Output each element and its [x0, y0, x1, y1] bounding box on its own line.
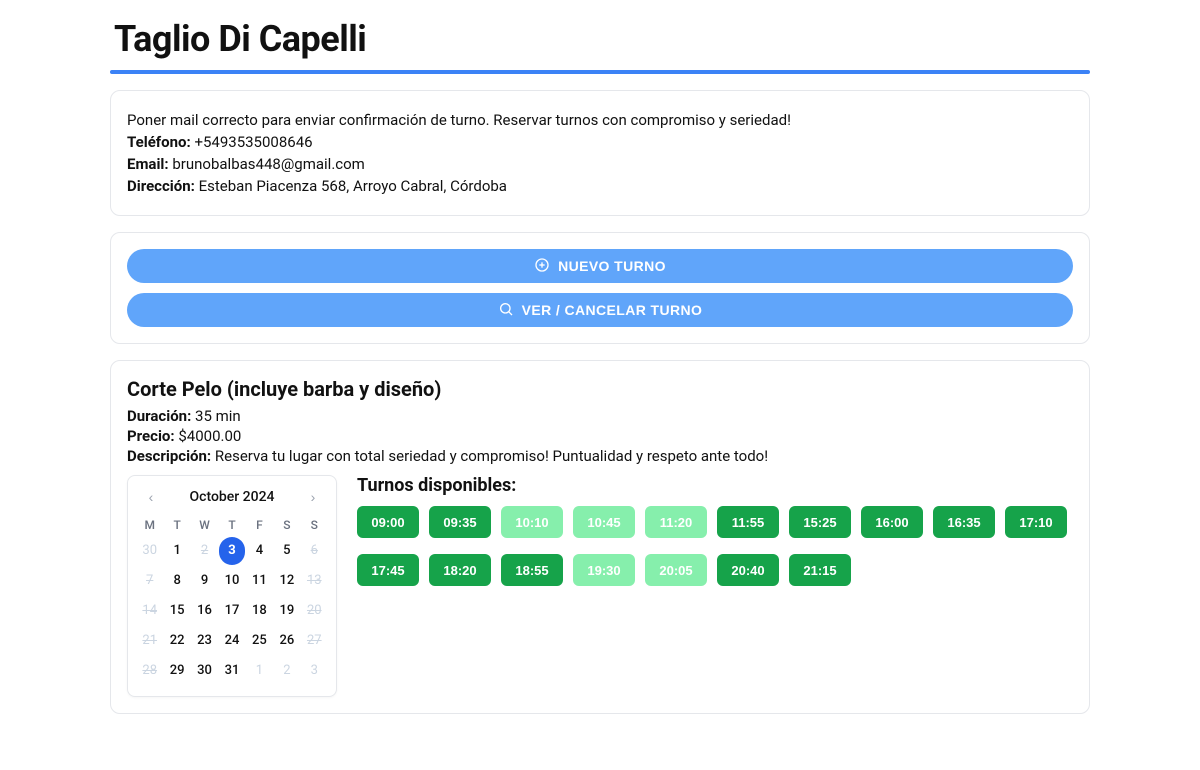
notice-text: Poner mail correcto para enviar confirma…: [127, 111, 1073, 129]
calendar-dow: F: [246, 514, 273, 536]
calendar-day: 30: [137, 537, 162, 565]
time-slot-available[interactable]: 11:55: [717, 506, 779, 538]
time-slot-available[interactable]: 18:20: [429, 554, 491, 586]
phone-value: +5493535008646: [194, 133, 312, 151]
duration-label: Duración:: [127, 407, 191, 425]
calendar-day: 27: [302, 627, 327, 655]
service-title: Corte Pelo (incluye barba y diseño): [127, 377, 1073, 401]
calendar-prev-button[interactable]: ‹: [140, 486, 162, 508]
calendar-day[interactable]: 1: [164, 537, 189, 565]
calendar-day[interactable]: 15: [164, 597, 189, 625]
new-appointment-button[interactable]: NUEVO TURNO: [127, 249, 1073, 283]
calendar-day: 2: [192, 537, 217, 565]
view-cancel-appointment-label: VER / CANCELAR TURNO: [522, 302, 703, 318]
calendar-dow: S: [273, 514, 300, 536]
calendar-day[interactable]: 19: [274, 597, 299, 625]
calendar-day: 14: [137, 597, 162, 625]
calendar-month-label: October 2024: [189, 489, 274, 505]
calendar-day[interactable]: 24: [219, 627, 244, 655]
title-accent: [110, 70, 1090, 74]
time-slot-available[interactable]: 15:25: [789, 506, 851, 538]
calendar-day: 1: [247, 657, 272, 685]
new-appointment-label: NUEVO TURNO: [558, 258, 666, 274]
search-icon: [498, 301, 514, 320]
time-slot-available[interactable]: 17:10: [1005, 506, 1067, 538]
duration-value: 35 min: [195, 407, 241, 425]
address-label: Dirección:: [127, 177, 195, 195]
time-slot-available[interactable]: 09:35: [429, 506, 491, 538]
phone-label: Teléfono:: [127, 133, 191, 151]
calendar: ‹ October 2024 › MTWTFSS 301234567891011…: [127, 475, 337, 697]
email-label: Email:: [127, 155, 169, 173]
description-value: Reserva tu lugar con total seriedad y co…: [215, 447, 768, 465]
calendar-day-selected[interactable]: 3: [219, 537, 244, 565]
calendar-day: 20: [302, 597, 327, 625]
calendar-dow: T: [163, 514, 190, 536]
calendar-day: 13: [302, 567, 327, 595]
calendar-day[interactable]: 18: [247, 597, 272, 625]
time-slot-unavailable: 19:30: [573, 554, 635, 586]
calendar-day[interactable]: 26: [274, 627, 299, 655]
calendar-dow-row: MTWTFSS: [136, 514, 328, 536]
calendar-dow: T: [218, 514, 245, 536]
calendar-day[interactable]: 29: [164, 657, 189, 685]
service-card: Corte Pelo (incluye barba y diseño) Dura…: [110, 360, 1090, 714]
calendar-day: 2: [274, 657, 299, 685]
calendar-dow: S: [301, 514, 328, 536]
slots-title: Turnos disponibles:: [357, 475, 1073, 496]
price-label: Precio:: [127, 427, 175, 445]
price-value: $4000.00: [178, 427, 241, 445]
calendar-day[interactable]: 11: [247, 567, 272, 595]
calendar-day[interactable]: 22: [164, 627, 189, 655]
time-slot-available[interactable]: 09:00: [357, 506, 419, 538]
chevron-left-icon: ‹: [149, 489, 154, 505]
calendar-day[interactable]: 9: [192, 567, 217, 595]
actions-card: NUEVO TURNO VER / CANCELAR TURNO: [110, 232, 1090, 344]
calendar-dow: M: [136, 514, 163, 536]
calendar-day: 7: [137, 567, 162, 595]
calendar-day[interactable]: 4: [247, 537, 272, 565]
calendar-day[interactable]: 31: [219, 657, 244, 685]
view-cancel-appointment-button[interactable]: VER / CANCELAR TURNO: [127, 293, 1073, 327]
slots-column: Turnos disponibles: 09:00 09:35 10:10 10:45…: [357, 475, 1073, 592]
plus-circle-icon: [534, 257, 550, 276]
calendar-day: 6: [302, 537, 327, 565]
calendar-day[interactable]: 12: [274, 567, 299, 595]
time-slot-available[interactable]: 18:55: [501, 554, 563, 586]
calendar-day: 3: [302, 657, 327, 685]
service-meta: Duración: 35 min Precio: $4000.00 Descri…: [127, 407, 1073, 465]
calendar-day[interactable]: 16: [192, 597, 217, 625]
time-slot-unavailable: 10:45: [573, 506, 635, 538]
calendar-day[interactable]: 17: [219, 597, 244, 625]
time-slot-available[interactable]: 20:40: [717, 554, 779, 586]
time-slot-unavailable: 11:20: [645, 506, 707, 538]
calendar-day: 21: [137, 627, 162, 655]
time-slot-unavailable: 10:10: [501, 506, 563, 538]
business-info-card: Poner mail correcto para enviar confirma…: [110, 90, 1090, 216]
calendar-day[interactable]: 23: [192, 627, 217, 655]
time-slot-available[interactable]: 21:15: [789, 554, 851, 586]
slots-row: 09:00 09:35 10:10 10:45 11:20 11:55 15:25 16:00…: [357, 506, 1073, 592]
calendar-dow: W: [191, 514, 218, 536]
calendar-day: 28: [137, 657, 162, 685]
time-slot-unavailable: 20:05: [645, 554, 707, 586]
calendar-day[interactable]: 25: [247, 627, 272, 655]
calendar-next-button[interactable]: ›: [302, 486, 324, 508]
calendar-day[interactable]: 8: [164, 567, 189, 595]
time-slot-available[interactable]: 16:35: [933, 506, 995, 538]
address-value: Esteban Piacenza 568, Arroyo Cabral, Cór…: [199, 177, 507, 195]
chevron-right-icon: ›: [311, 489, 316, 505]
calendar-day[interactable]: 30: [192, 657, 217, 685]
page-title: Taglio Di Capelli: [114, 18, 1086, 60]
calendar-day[interactable]: 5: [274, 537, 299, 565]
email-value: brunobalbas448@gmail.com: [172, 155, 364, 173]
time-slot-available[interactable]: 16:00: [861, 506, 923, 538]
calendar-day[interactable]: 10: [219, 567, 244, 595]
description-label: Descripción:: [127, 447, 211, 465]
calendar-days-grid: 3012345678910111213141516171819202122232…: [136, 536, 328, 686]
time-slot-available[interactable]: 17:45: [357, 554, 419, 586]
